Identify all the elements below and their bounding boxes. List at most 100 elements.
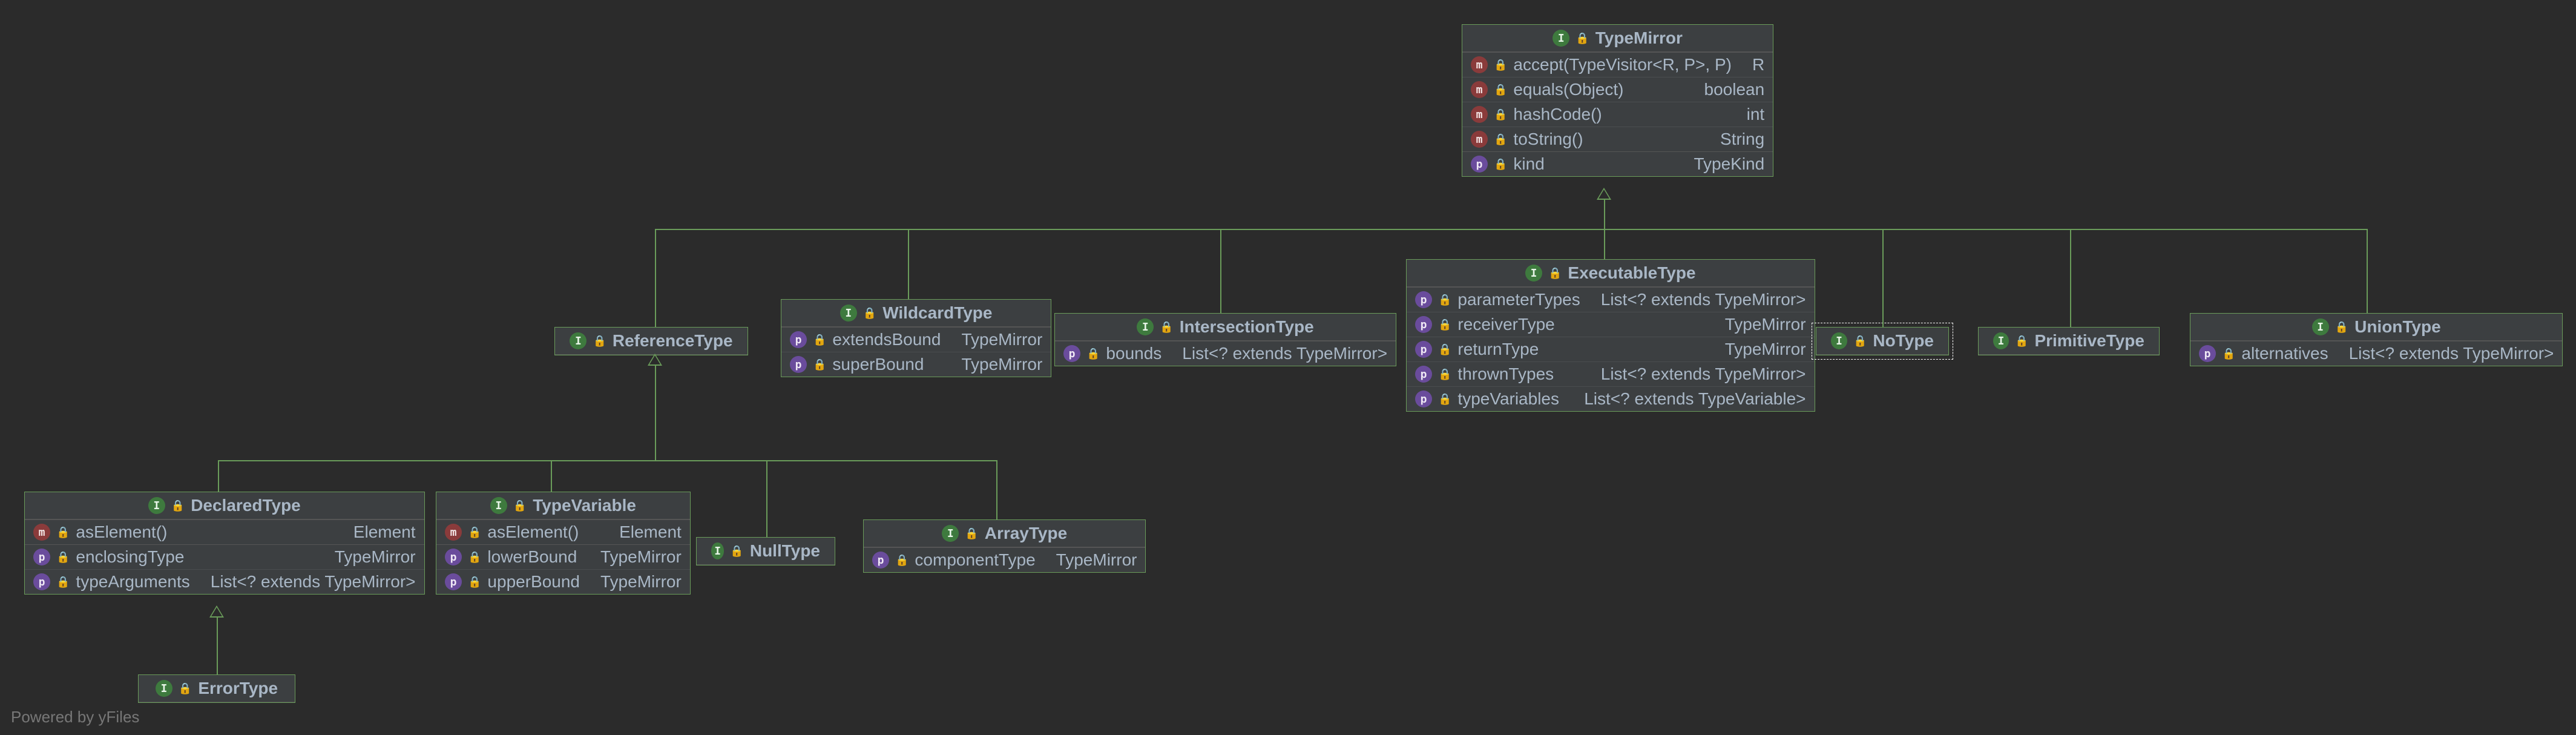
member-row[interactable]: m🔒accept(TypeVisitor<R, P>, P)R bbox=[1462, 53, 1773, 77]
class-node-declaredType[interactable]: I🔒DeclaredTypem🔒asElement()Elementp🔒encl… bbox=[24, 492, 425, 595]
lock-icon: 🔒 bbox=[1494, 158, 1507, 171]
inheritance-edge bbox=[655, 229, 2367, 230]
lock-icon: 🔒 bbox=[468, 551, 481, 564]
property-row[interactable]: p🔒returnTypeTypeMirror bbox=[1407, 337, 1815, 361]
lock-icon: 🔒 bbox=[1086, 348, 1100, 360]
property-name: thrownTypes bbox=[1457, 364, 1554, 384]
property-row[interactable]: p🔒kindTypeKind bbox=[1462, 152, 1773, 176]
method-icon: m bbox=[1471, 131, 1488, 148]
property-row[interactable]: p🔒upperBoundTypeMirror bbox=[436, 569, 690, 594]
class-name: WildcardType bbox=[882, 303, 992, 323]
uml-diagram-canvas[interactable]: I🔒TypeMirrorm🔒accept(TypeVisitor<R, P>, … bbox=[0, 0, 2576, 735]
member-signature: asElement() bbox=[487, 522, 579, 542]
lock-icon: 🔒 bbox=[179, 682, 192, 695]
property-row[interactable]: p🔒lowerBoundTypeMirror bbox=[436, 545, 690, 569]
property-type: List<? extends TypeMirror> bbox=[1560, 364, 1806, 384]
class-title: I🔒PrimitiveType bbox=[1979, 328, 2159, 355]
property-type: TypeMirror bbox=[583, 547, 682, 567]
class-title: I🔒TypeMirror bbox=[1462, 25, 1773, 52]
member-row[interactable]: m🔒equals(Object)boolean bbox=[1462, 77, 1773, 102]
property-type: TypeMirror bbox=[1545, 340, 1806, 359]
member-type: String bbox=[1589, 130, 1765, 149]
interface-icon: I bbox=[1993, 332, 2009, 349]
property-row[interactable]: p🔒superBoundTypeMirror bbox=[781, 352, 1051, 377]
member-signature: asElement() bbox=[76, 522, 167, 542]
property-row[interactable]: p🔒parameterTypesList<? extends TypeMirro… bbox=[1407, 288, 1815, 312]
inheritance-edge bbox=[655, 229, 656, 327]
class-node-nullType[interactable]: I🔒NullType bbox=[696, 537, 835, 565]
lock-icon: 🔒 bbox=[2222, 348, 2235, 360]
interface-icon: I bbox=[1137, 318, 1154, 335]
member-row[interactable]: m🔒hashCode()int bbox=[1462, 102, 1773, 127]
inheritance-edge bbox=[2070, 229, 2071, 327]
inheritance-edge bbox=[1220, 229, 1221, 313]
property-type: List<? extends TypeMirror> bbox=[1168, 344, 1387, 363]
class-title: I🔒IntersectionType bbox=[1055, 314, 1396, 341]
property-icon: p bbox=[1415, 366, 1432, 383]
class-name: DeclaredType bbox=[191, 496, 301, 515]
property-icon: p bbox=[1063, 345, 1080, 362]
class-node-typeVariable[interactable]: I🔒TypeVariablem🔒asElement()Elementp🔒lowe… bbox=[436, 492, 691, 595]
member-row[interactable]: m🔒asElement()Element bbox=[436, 520, 690, 544]
property-row[interactable]: p🔒typeArgumentsList<? extends TypeMirror… bbox=[25, 569, 424, 594]
property-icon: p bbox=[790, 331, 807, 348]
property-row[interactable]: p🔒thrownTypesList<? extends TypeMirror> bbox=[1407, 361, 1815, 386]
class-name: UnionType bbox=[2354, 317, 2441, 337]
member-type: Element bbox=[173, 522, 415, 542]
property-icon: p bbox=[1415, 291, 1432, 308]
member-row[interactable]: m 🔒 toString() String bbox=[1462, 127, 1773, 151]
lock-icon: 🔒 bbox=[1853, 335, 1867, 348]
property-type: List<? extends TypeMirror> bbox=[1586, 290, 1806, 309]
property-row[interactable]: p🔒receiverTypeTypeMirror bbox=[1407, 312, 1815, 337]
class-node-primitiveType[interactable]: I🔒PrimitiveType bbox=[1978, 327, 2160, 355]
lock-icon: 🔒 bbox=[1494, 133, 1507, 146]
class-node-referenceType[interactable]: I🔒ReferenceType bbox=[554, 327, 748, 355]
member-signature: hashCode() bbox=[1513, 105, 1602, 124]
property-name: extendsBound bbox=[832, 330, 941, 349]
property-name: lowerBound bbox=[487, 547, 577, 567]
property-type: TypeMirror bbox=[947, 330, 1042, 349]
generalization-arrow-icon bbox=[648, 354, 662, 366]
class-node-typeMirror[interactable]: I🔒TypeMirrorm🔒accept(TypeVisitor<R, P>, … bbox=[1462, 24, 1773, 177]
property-name: parameterTypes bbox=[1457, 290, 1580, 309]
property-row[interactable]: p🔒extendsBoundTypeMirror bbox=[781, 328, 1051, 352]
class-node-wildcardType[interactable]: I🔒WildcardTypep🔒extendsBoundTypeMirrorp🔒… bbox=[781, 299, 1051, 377]
class-name: ErrorType bbox=[198, 679, 278, 698]
property-type: List<? extends TypeMirror> bbox=[196, 572, 416, 592]
property-icon: p bbox=[33, 573, 50, 590]
property-name: componentType bbox=[915, 550, 1035, 570]
class-node-arrayType[interactable]: I🔒ArrayTypep🔒componentTypeTypeMirror bbox=[863, 519, 1146, 573]
class-node-executableType[interactable]: I🔒ExecutableTypep🔒parameterTypesList<? e… bbox=[1406, 259, 1815, 412]
property-row[interactable]: p🔒componentTypeTypeMirror bbox=[864, 548, 1145, 572]
interface-icon: I bbox=[570, 332, 586, 349]
lock-icon: 🔒 bbox=[1576, 32, 1589, 45]
property-icon: p bbox=[33, 549, 50, 565]
property-name: typeVariables bbox=[1457, 389, 1559, 409]
lock-icon: 🔒 bbox=[1160, 321, 1173, 334]
member-signature: equals(Object) bbox=[1513, 80, 1623, 99]
class-name: ExecutableType bbox=[1568, 263, 1695, 283]
class-title: I🔒WildcardType bbox=[781, 300, 1051, 327]
property-row[interactable]: p🔒enclosingTypeTypeMirror bbox=[25, 545, 424, 569]
class-node-errorType[interactable]: I🔒ErrorType bbox=[138, 674, 295, 703]
lock-icon: 🔒 bbox=[1438, 393, 1451, 406]
property-row[interactable]: p🔒boundsList<? extends TypeMirror> bbox=[1055, 341, 1396, 366]
lock-icon: 🔒 bbox=[1494, 84, 1507, 96]
interface-icon: I bbox=[490, 497, 507, 514]
member-row[interactable]: m🔒asElement()Element bbox=[25, 520, 424, 544]
member-signature: toString() bbox=[1513, 130, 1583, 149]
property-icon: p bbox=[872, 552, 889, 569]
property-row[interactable]: p🔒typeVariablesList<? extends TypeVariab… bbox=[1407, 386, 1815, 411]
lock-icon: 🔒 bbox=[56, 576, 70, 588]
class-node-intersectionType[interactable]: I🔒IntersectionTypep🔒boundsList<? extends… bbox=[1054, 313, 1396, 366]
inheritance-edge bbox=[996, 460, 997, 519]
lock-icon: 🔒 bbox=[56, 526, 70, 539]
inheritance-edge bbox=[655, 366, 656, 460]
class-node-unionType[interactable]: I🔒UnionTypep🔒alternativesList<? extends … bbox=[2190, 313, 2563, 366]
lock-icon: 🔒 bbox=[593, 335, 606, 348]
lock-icon: 🔒 bbox=[730, 545, 743, 558]
class-title: I🔒ExecutableType bbox=[1407, 260, 1815, 287]
property-icon: p bbox=[445, 573, 462, 590]
class-node-noType[interactable]: I🔒NoType bbox=[1816, 327, 1949, 355]
property-row[interactable]: p🔒alternativesList<? extends TypeMirror> bbox=[2190, 341, 2562, 366]
